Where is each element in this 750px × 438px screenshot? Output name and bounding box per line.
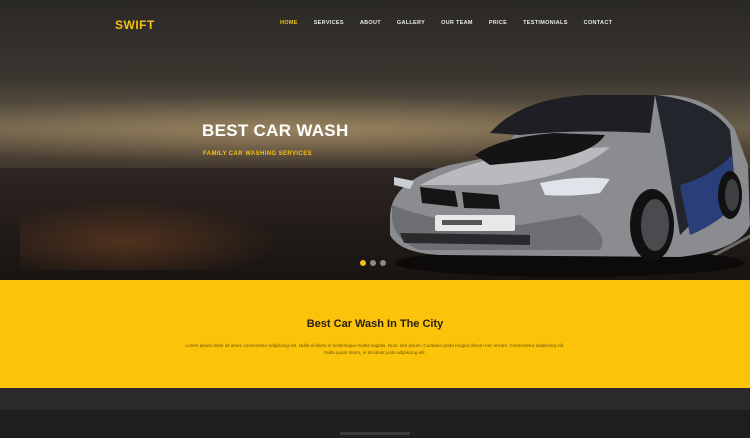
main-nav: HOME SERVICES ABOUT GALLERY OUR TEAM PRI… bbox=[272, 20, 620, 26]
slider-dot-1[interactable] bbox=[360, 260, 366, 266]
nav-item-contact[interactable]: CONTACT bbox=[576, 20, 621, 26]
intro-section bbox=[0, 280, 750, 388]
nav-item-our-team[interactable]: OUR TEAM bbox=[433, 20, 481, 26]
slider-dot-2[interactable] bbox=[370, 260, 376, 266]
slider-dots bbox=[360, 260, 386, 266]
nav-item-home[interactable]: HOME bbox=[272, 20, 306, 26]
hero-road-glow bbox=[20, 200, 280, 270]
nav-item-testimonials[interactable]: TESTIMONIALS bbox=[515, 20, 576, 26]
nav-item-price[interactable]: PRICE bbox=[481, 20, 515, 26]
nav-item-services[interactable]: SERVICES bbox=[306, 20, 352, 26]
slider-dot-3[interactable] bbox=[380, 260, 386, 266]
section-heading-placeholder bbox=[340, 432, 410, 435]
car-image bbox=[390, 95, 750, 277]
hero-subtitle: FAMILY CAR WASHING SERVICES bbox=[203, 151, 313, 157]
nav-item-about[interactable]: ABOUT bbox=[352, 20, 389, 26]
intro-text: Lorem ipsum dolor sit amet, consectetur … bbox=[185, 343, 565, 355]
hero-banner bbox=[0, 0, 750, 280]
dark-section-strip bbox=[0, 388, 750, 410]
nav-item-gallery[interactable]: GALLERY bbox=[389, 20, 433, 26]
intro-title: Best Car Wash In The City bbox=[306, 318, 444, 330]
hero-title: BEST CAR WASH bbox=[202, 121, 349, 140]
site-logo[interactable]: SWIFT bbox=[115, 18, 155, 32]
